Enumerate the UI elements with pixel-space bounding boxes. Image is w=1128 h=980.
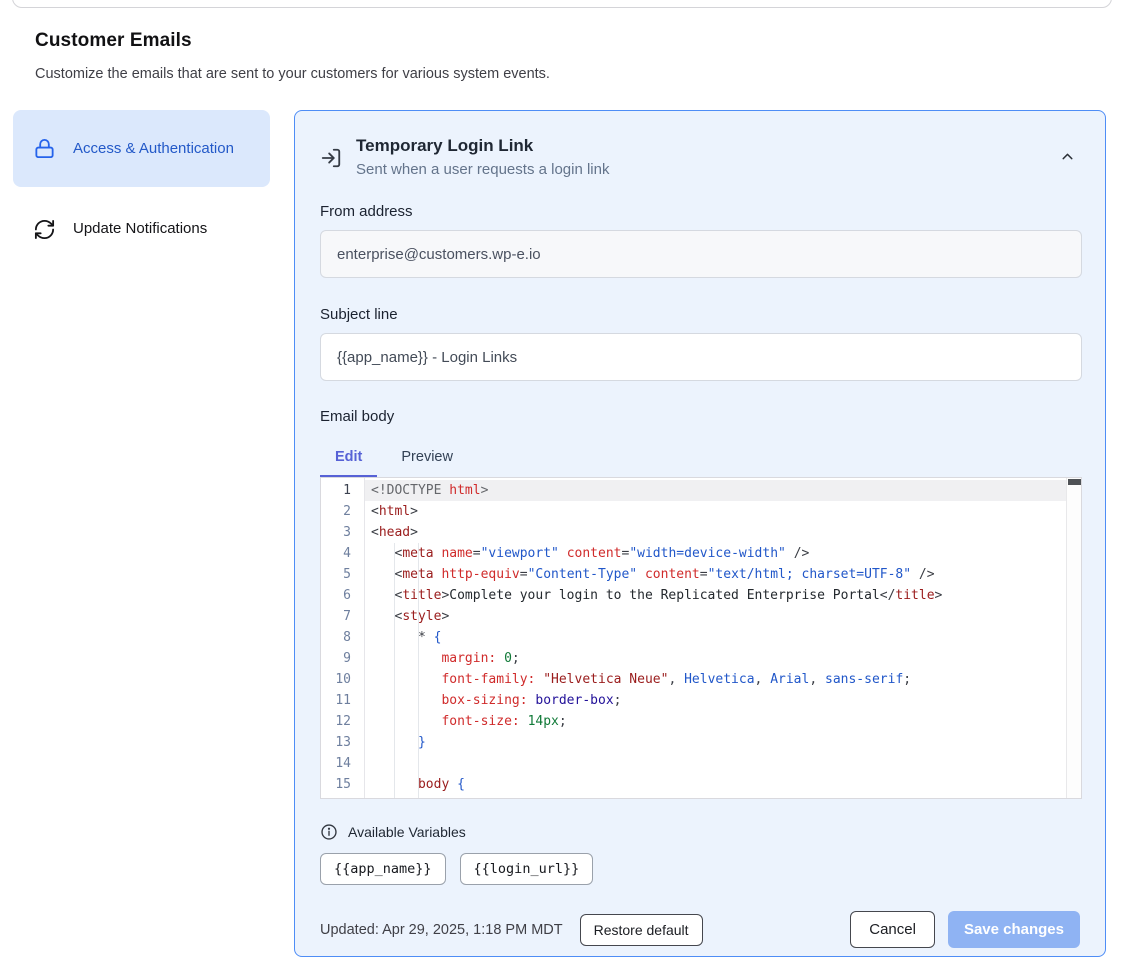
from-address-label: From address <box>320 203 1080 220</box>
editor-code-area[interactable]: <!DOCTYPE html><html><head> <meta name="… <box>365 478 1081 798</box>
variable-chip-app-name[interactable]: {{app_name}} <box>320 853 446 885</box>
code-line: } <box>371 732 1081 753</box>
email-template-panel: Temporary Login Link Sent when a user re… <box>294 110 1106 957</box>
code-line: margin: 0; <box>371 648 1081 669</box>
code-line <box>371 753 1081 774</box>
panel-header: Temporary Login Link Sent when a user re… <box>320 136 1080 178</box>
code-line: background-color: #ffffff; <box>371 795 1081 798</box>
editor-scrollbar[interactable] <box>1066 478 1081 798</box>
sidebar-item-label: Access & Authentication <box>73 137 234 161</box>
editor-scrollbar-thumb[interactable] <box>1068 479 1081 485</box>
save-changes-button[interactable]: Save changes <box>948 911 1080 948</box>
tab-edit[interactable]: Edit <box>320 441 377 478</box>
lock-icon <box>33 137 56 160</box>
editor-line-numbers: 12345678910111213141516 <box>321 478 365 798</box>
collapsed-card-above[interactable] <box>12 0 1112 8</box>
subject-line-label: Subject line <box>320 306 1080 323</box>
panel-title: Temporary Login Link <box>356 136 1041 156</box>
code-line: <!DOCTYPE html> <box>371 480 1081 501</box>
code-line: body { <box>371 774 1081 795</box>
code-line: <meta name="viewport" content="width=dev… <box>371 543 1081 564</box>
code-line: box-sizing: border-box; <box>371 690 1081 711</box>
panel-subtitle: Sent when a user requests a login link <box>356 161 1041 178</box>
code-line: <html> <box>371 501 1081 522</box>
sidebar-item-label: Update Notifications <box>73 217 207 241</box>
cancel-button[interactable]: Cancel <box>850 911 935 948</box>
code-line: * { <box>371 627 1081 648</box>
page-subtitle: Customize the emails that are sent to yo… <box>35 66 735 82</box>
code-line: <style> <box>371 606 1081 627</box>
code-line: <head> <box>371 522 1081 543</box>
restore-default-button[interactable]: Restore default <box>580 914 703 946</box>
page-title: Customer Emails <box>35 30 735 52</box>
code-line: font-size: 14px; <box>371 711 1081 732</box>
code-line: <title>Complete your login to the Replic… <box>371 585 1081 606</box>
subject-line-input[interactable] <box>320 333 1082 381</box>
from-address-input[interactable] <box>320 230 1082 278</box>
sync-icon <box>33 218 56 241</box>
login-icon <box>320 147 342 169</box>
email-body-tabs: Edit Preview <box>320 441 1080 478</box>
sidebar-item-access-authentication[interactable]: Access & Authentication <box>13 110 270 187</box>
variable-chip-login-url[interactable]: {{login_url}} <box>460 853 594 885</box>
email-body-label: Email body <box>320 408 1080 425</box>
sidebar-item-update-notifications[interactable]: Update Notifications <box>13 203 270 255</box>
info-icon <box>320 823 338 841</box>
available-variables-label: Available Variables <box>348 824 466 840</box>
sidebar: Access & Authentication Update Notificat… <box>13 110 270 255</box>
code-line: font-family: "Helvetica Neue", Helvetica… <box>371 669 1081 690</box>
updated-timestamp: Updated: Apr 29, 2025, 1:18 PM MDT <box>320 922 563 938</box>
panel-footer: Updated: Apr 29, 2025, 1:18 PM MDT Resto… <box>320 911 1080 948</box>
variable-chips: {{app_name}} {{login_url}} <box>320 853 1080 885</box>
chevron-up-icon <box>1059 148 1076 165</box>
page-header: Customer Emails Customize the emails tha… <box>35 30 735 82</box>
code-editor[interactable]: 12345678910111213141516 <!DOCTYPE html><… <box>320 477 1082 799</box>
collapse-button[interactable] <box>1055 144 1080 169</box>
code-line: <meta http-equiv="Content-Type" content=… <box>371 564 1081 585</box>
tab-preview[interactable]: Preview <box>386 441 468 478</box>
